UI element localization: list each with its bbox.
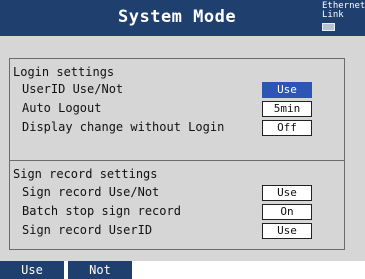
sign-record-settings-group: Sign record settings Sign record Use/Not…	[9, 160, 345, 250]
sign-record-use-label: Sign record Use/Not	[22, 185, 160, 199]
sign-record-use-value[interactable]: Use	[262, 185, 312, 201]
userid-use-label: UserID Use/Not	[22, 82, 124, 96]
use-softkey-button[interactable]: Use	[0, 261, 64, 279]
page-title: System Mode	[118, 7, 237, 27]
login-settings-group: Login settings UserID Use/Not Use Auto L…	[9, 58, 345, 172]
system-mode-screen: System Mode Ethernet Link Login settings…	[0, 0, 365, 279]
auto-logout-value[interactable]: 5min	[262, 101, 312, 117]
softkey-bar: Use Not	[0, 261, 365, 279]
display-change-label: Display change without Login	[22, 120, 225, 134]
login-settings-title: Login settings	[13, 65, 115, 79]
display-change-value[interactable]: Off	[262, 120, 312, 136]
sign-record-userid-label: Sign record UserID	[22, 223, 153, 237]
sign-record-userid-value[interactable]: Use	[262, 223, 312, 239]
batch-stop-sign-value[interactable]: On	[262, 204, 312, 220]
auto-logout-label: Auto Logout	[22, 101, 102, 115]
link-status-label: Link	[322, 10, 344, 20]
batch-stop-sign-label: Batch stop sign record	[22, 204, 181, 218]
userid-use-value[interactable]: Use	[262, 82, 312, 98]
settings-panel: Login settings UserID Use/Not Use Auto L…	[0, 36, 365, 261]
link-indicator-icon	[322, 23, 335, 31]
sign-record-settings-title: Sign record settings	[13, 167, 158, 181]
header-bar: System Mode Ethernet Link	[0, 0, 365, 36]
not-softkey-button[interactable]: Not	[68, 261, 132, 279]
